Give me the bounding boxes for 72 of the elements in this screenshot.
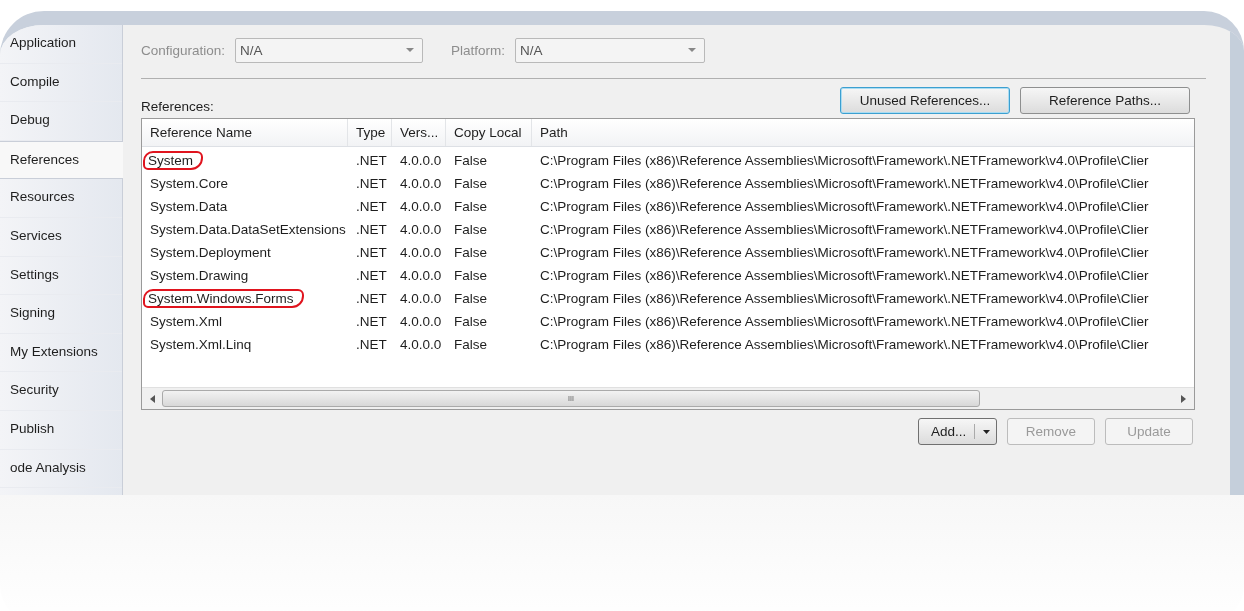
table-cell-text: .NET	[355, 290, 388, 307]
column-header[interactable]: Copy Local	[446, 119, 532, 146]
table-cell-text: C:\Program Files (x86)\Reference Assemblies\Microsoft\Framework\.NETFramework\v4.0\Profile\Clier	[539, 267, 1150, 284]
section-label: References:	[141, 99, 214, 114]
table-cell-text: .NET	[355, 336, 388, 353]
table-cell-text: False	[453, 336, 488, 353]
table-cell-text: System.Drawing	[149, 267, 250, 284]
table-cell-text: C:\Program Files (x86)\Reference Assemblies\Microsoft\Framework\.NETFramework\v4.0\Profile\Clier	[539, 336, 1150, 353]
table-cell-text: 4.0.0.0	[399, 290, 443, 307]
table-cell-text: False	[453, 152, 488, 169]
sidebar-tab[interactable]: Services	[0, 217, 122, 257]
scroll-left-icon[interactable]	[150, 394, 156, 403]
table-cell-text: 4.0.0.0	[399, 175, 443, 192]
table-cell-text: .NET	[355, 221, 388, 238]
table-cell-text: System.Xml.Linq	[149, 336, 253, 353]
table-cell-text: 4.0.0.0	[399, 336, 443, 353]
table-cell-text: System.Deployment	[149, 244, 272, 261]
table-cell-text: .NET	[355, 152, 388, 169]
table-cell-text: System.Xml	[149, 313, 223, 330]
sidebar-tab[interactable]: Resources	[0, 179, 122, 218]
table-cell-text: 4.0.0.0	[399, 152, 443, 169]
add-split-button[interactable]: Add...	[918, 418, 997, 445]
sidebar-tab[interactable]: My Extensions	[0, 333, 122, 373]
sidebar-tab[interactable]: Signing	[0, 295, 122, 334]
table-cell: System.Windows.Forms	[143, 289, 304, 308]
sidebar-tab[interactable]: Security	[0, 372, 122, 411]
table-cell-text: False	[453, 244, 488, 261]
table-cell-text: .NET	[355, 313, 388, 330]
table-cell-text: False	[453, 221, 488, 238]
table-cell-text: C:\Program Files (x86)\Reference Assemblies\Microsoft\Framework\.NETFramework\v4.0\Profile\Clier	[539, 244, 1150, 261]
sidebar-tab[interactable]: Compile	[0, 63, 122, 103]
sidebar-tab[interactable]: Publish	[0, 410, 122, 450]
sidebar-tab[interactable]: ode Analysis	[0, 449, 122, 489]
table-cell-text: 4.0.0.0	[399, 198, 443, 215]
caret-icon	[688, 47, 697, 53]
field-label: Platform:	[451, 42, 506, 58]
table-cell-text: 4.0.0.0	[399, 313, 443, 330]
table-cell-text: False	[453, 290, 488, 307]
sidebar-tab[interactable]: Application	[0, 25, 122, 64]
table-cell-text: False	[453, 267, 488, 284]
table-cell-text: C:\Program Files (x86)\Reference Assemblies\Microsoft\Framework\.NETFramework\v4.0\Profile\Clier	[539, 221, 1150, 238]
table-cell-text: C:\Program Files (x86)\Reference Assemblies\Microsoft\Framework\.NETFramework\v4.0\Profile\Clier	[539, 152, 1150, 169]
table-cell-text: C:\Program Files (x86)\Reference Assemblies\Microsoft\Framework\.NETFramework\v4.0\Profile\Clier	[539, 313, 1150, 330]
table-cell-text: False	[453, 175, 488, 192]
column-header[interactable]: Reference Name	[142, 119, 348, 146]
table-cell-text: C:\Program Files (x86)\Reference Assemblies\Microsoft\Framework\.NETFramework\v4.0\Profile\Clier	[539, 175, 1150, 192]
column-header[interactable]: Type	[348, 119, 392, 146]
toolbar-button[interactable]: Reference Paths...	[1020, 87, 1190, 114]
caret-icon	[406, 47, 415, 53]
table-cell-text: .NET	[355, 244, 388, 261]
table-cell: System	[143, 151, 203, 170]
table-cell-text: 4.0.0.0	[399, 244, 443, 261]
table-cell-text: C:\Program Files (x86)\Reference Assemblies\Microsoft\Framework\.NETFramework\v4.0\Profile\Clier	[539, 290, 1150, 307]
table-cell-text: C:\Program Files (x86)\Reference Assemblies\Microsoft\Framework\.NETFramework\v4.0\Profile\Clier	[539, 198, 1150, 215]
toolbar-button[interactable]: Unused References...	[840, 87, 1010, 114]
column-header[interactable]: Vers...	[392, 119, 446, 146]
table-cell-text: 4.0.0.0	[399, 267, 443, 284]
field-label: Configuration:	[141, 42, 226, 58]
table-cell-text: System.Data.DataSetExtensions	[149, 221, 347, 238]
table-cell-text: .NET	[355, 198, 388, 215]
table-cell-text: False	[453, 198, 488, 215]
table-cell-text: False	[453, 313, 488, 330]
table-cell-text: System.Core	[149, 175, 230, 192]
caret-icon	[983, 429, 991, 434]
table-cell-text: System.Data	[149, 198, 229, 215]
table-cell-text: 4.0.0.0	[399, 221, 443, 238]
sidebar-tab[interactable]: Settings	[0, 256, 122, 296]
sidebar-tab[interactable]: Debug	[0, 102, 122, 141]
table-cell-text: .NET	[355, 175, 388, 192]
table-cell-text: .NET	[355, 267, 388, 284]
scroll-right-icon[interactable]	[1180, 394, 1186, 403]
sidebar-tab[interactable]: References	[0, 140, 123, 180]
